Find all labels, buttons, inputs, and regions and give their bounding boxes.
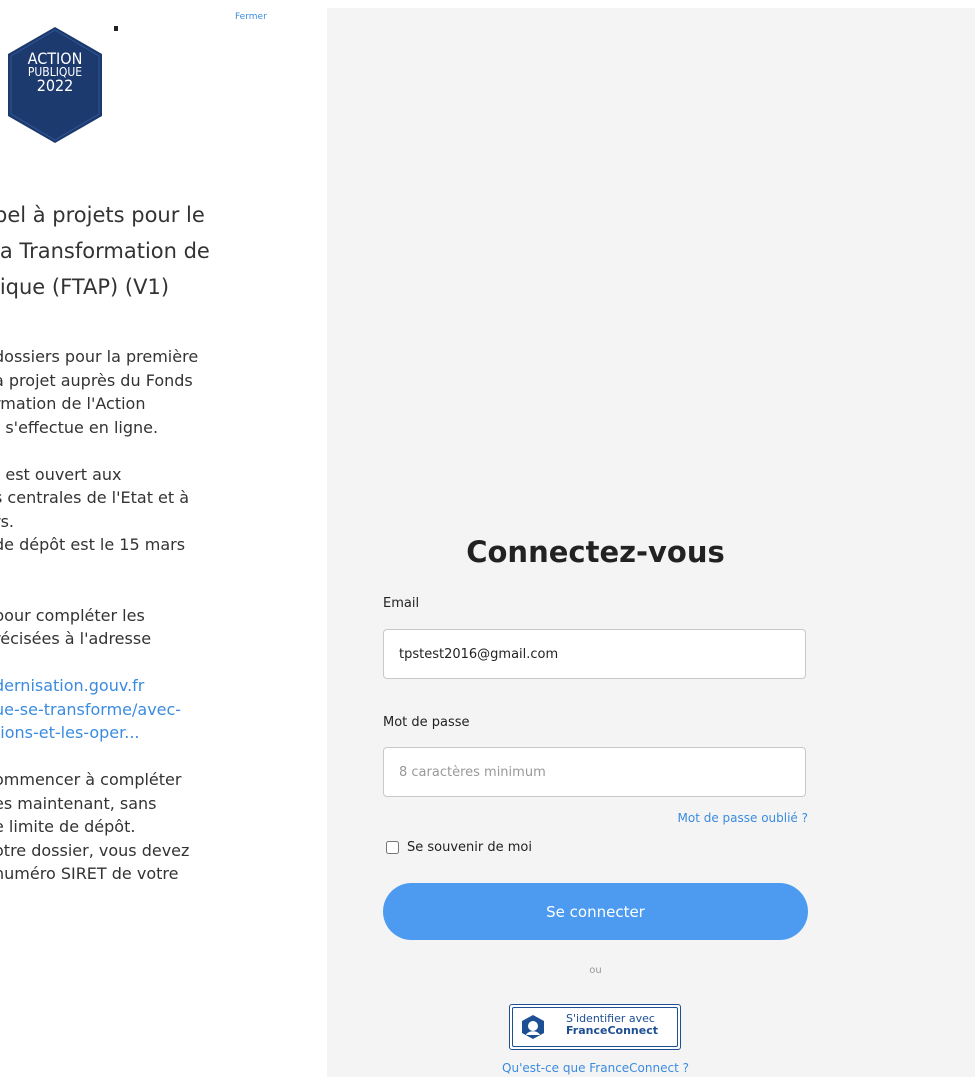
description-text-2: ommencer à compléter ès maintenant, sans… [0, 770, 190, 883]
procedure-title: pel à projets pour le la Transformation … [0, 203, 210, 299]
franceconnect-button[interactable]: S'identifier avec FranceConnect [509, 1004, 681, 1050]
logo-line-3: 2022 [36, 76, 74, 95]
forgot-password-link[interactable]: Mot de passe oublié ? [678, 811, 809, 825]
decorative-dot [114, 26, 118, 31]
remember-me[interactable]: Se souvenir de moi [386, 840, 532, 855]
franceconnect-help-link[interactable]: Qu'est-ce que FranceConnect ? [383, 1061, 808, 1075]
remember-me-checkbox[interactable] [386, 841, 399, 854]
password-field[interactable] [383, 747, 806, 797]
logo-text: ACTION PUBLIQUE 2022 [8, 49, 102, 95]
login-title: Connectez-vous [466, 535, 725, 569]
remember-me-label: Se souvenir de moi [407, 840, 532, 855]
email-label: Email [383, 596, 420, 611]
login-button[interactable]: Se connecter [383, 883, 808, 940]
description-link[interactable]: dernisation.gouv.fr ue-se-transforme/ave… [0, 676, 181, 742]
logo-line-1: ACTION [27, 49, 83, 68]
procedure-panel: Fermer ACTION PUBLIQUE 2022 pel à projet… [0, 0, 327, 1077]
franceconnect-text: S'identifier avec FranceConnect [566, 1013, 658, 1037]
procedure-description: dossiers pour la première à projet auprè… [0, 345, 327, 886]
franceconnect-icon [522, 1015, 544, 1039]
close-link[interactable]: Fermer [235, 12, 267, 22]
or-separator: ou [589, 965, 602, 976]
franceconnect-line-2: FranceConnect [566, 1024, 659, 1037]
description-text-1: dossiers pour la première à projet auprè… [0, 347, 199, 648]
email-field[interactable] [383, 629, 806, 679]
password-label: Mot de passe [383, 715, 470, 730]
